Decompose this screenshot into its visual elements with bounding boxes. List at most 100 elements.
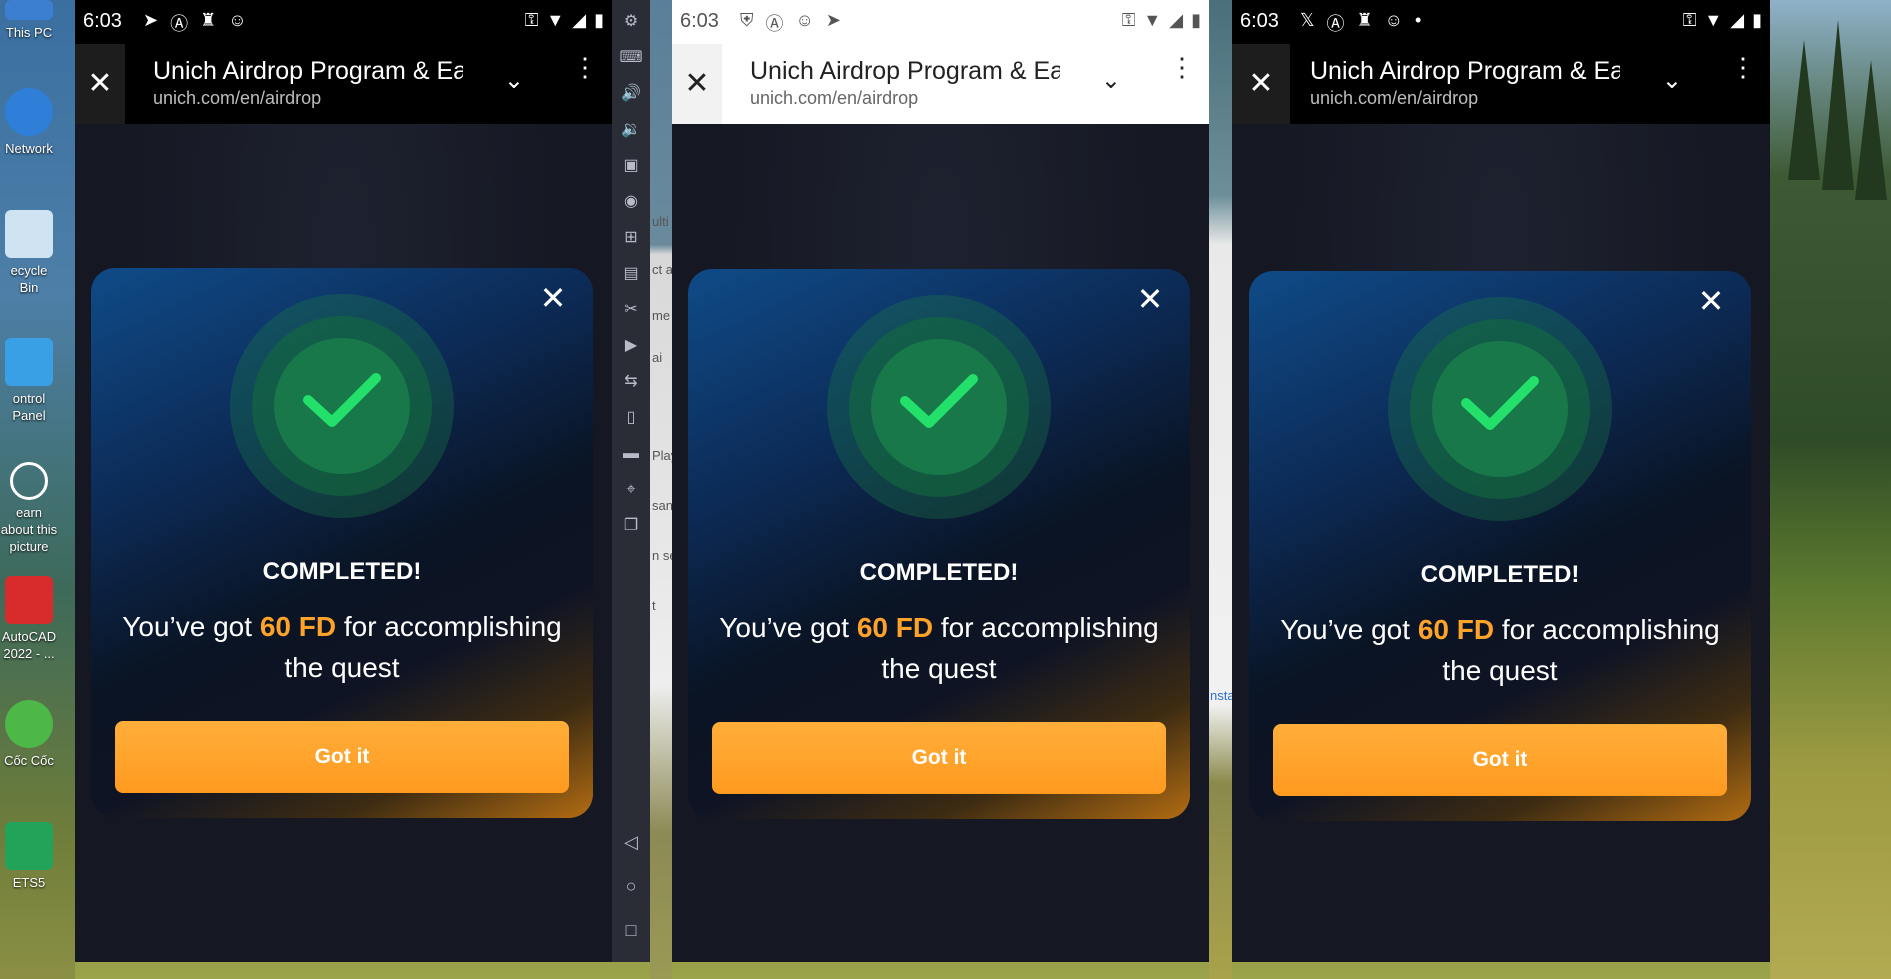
completed-heading: COMPLETED! <box>859 559 1019 586</box>
x-logo-icon: 𝕏 <box>1300 10 1315 30</box>
tree-shape <box>1855 60 1887 200</box>
mouse-icon[interactable]: ◉ <box>612 184 650 220</box>
computer-icon <box>5 0 53 20</box>
scissors-icon[interactable]: ✂ <box>612 292 650 328</box>
desktop-icon-network[interactable]: Network <box>0 88 58 157</box>
apk-icon[interactable]: ▤ <box>612 256 650 292</box>
shake-icon[interactable]: ▯ <box>612 400 650 436</box>
location-icon[interactable]: ⌖ <box>612 472 650 508</box>
telegram-icon: ➤ <box>143 10 159 30</box>
emulator-side-toolbar: ⚙ ⌨ 🔊 🔉 ▣ ◉ ⊞ ▤ ✂ ▶ ⇆ ▯ ▬ ⌖ ❐ <box>612 0 650 962</box>
chevron-down-icon[interactable]: ⌄ <box>1101 66 1121 95</box>
chevron-down-icon[interactable]: ⌄ <box>504 66 524 95</box>
status-time: 6:03 <box>680 10 719 32</box>
completion-modal: ✕ COMPLETED! You’ve got 60 FD for accomp… <box>688 269 1190 819</box>
app-a-icon: Ⓐ <box>170 14 189 34</box>
got-it-button[interactable]: Got it <box>712 722 1166 794</box>
close-icon[interactable]: ✕ <box>1232 44 1290 124</box>
desktop-icon-label: ontrol Panel <box>12 391 46 423</box>
battery-icon: ▮ <box>1752 10 1762 30</box>
success-badge <box>230 294 454 518</box>
desktop-wallpaper-right <box>1770 0 1891 979</box>
notification-icons: 𝕏 Ⓐ ♜ ☺ • <box>1300 10 1421 36</box>
multi-window-icon[interactable]: ❐ <box>612 508 650 544</box>
recents-icon[interactable]: □ <box>612 908 650 952</box>
wifi-icon: ▼ <box>1143 10 1162 30</box>
tree-shape <box>1788 40 1820 180</box>
key-icon: ⚿ <box>1682 10 1697 30</box>
desktop-icon-coc-coc[interactable]: Cốc Cốc <box>0 700 58 769</box>
desktop-icon-recycle-bin[interactable]: ecycle Bin <box>0 210 58 296</box>
camera-icon <box>10 462 48 500</box>
system-icons: ⚿ ▼ ◢ ▮ <box>1683 10 1762 31</box>
peek-text: ulti <box>652 214 669 229</box>
page-url: unich.com/en/airdrop <box>750 88 919 108</box>
keyboard-icon[interactable]: ⌨ <box>612 40 650 76</box>
desktop-icon-label: AutoCAD 2022 - ... <box>1 629 57 661</box>
page-title: Unich Airdrop Program & Ea <box>153 57 463 85</box>
more-menu-icon[interactable]: ⋮ <box>1730 54 1756 80</box>
status-bar: 6:03 𝕏 Ⓐ ♜ ☺ • ⚿ ▼ ◢ ▮ <box>1232 0 1770 44</box>
volume-down-icon[interactable]: 🔉 <box>612 112 650 148</box>
desktop-icon-learn-about-picture[interactable]: earn about this picture <box>0 462 58 555</box>
desktop-icon-label: Network <box>5 141 53 156</box>
browser-toolbar: ✕ Unich Airdrop Program & Ea unich.com/e… <box>1232 44 1770 124</box>
reward-amount: 60 FD <box>1417 614 1495 645</box>
badge-core <box>871 339 1007 475</box>
chevron-down-icon[interactable]: ⌄ <box>1662 66 1682 95</box>
control-panel-icon <box>5 338 53 386</box>
badge-core <box>1432 341 1568 477</box>
cat-icon: ☺ <box>1384 10 1404 30</box>
desktop-icon-autocad[interactable]: AutoCAD 2022 - ... <box>0 576 58 662</box>
phone-window-3: 6:03 𝕏 Ⓐ ♜ ☺ • ⚿ ▼ ◢ ▮ ✕ Unich Airdrop P… <box>1232 0 1770 962</box>
completion-modal: ✕ COMPLETED! You’ve got 60 FD for accomp… <box>91 268 593 818</box>
modal-close-icon[interactable]: ✕ <box>1132 281 1168 317</box>
signal-icon: ◢ <box>1169 10 1184 30</box>
system-icons: ⚿ ▼ ◢ ▮ <box>525 10 604 31</box>
desktop-icon-control-panel[interactable]: ontrol Panel <box>0 338 58 424</box>
phone-window-2: 6:03 ⛨ Ⓐ ☺ ➤ ⚿ ▼ ◢ ▮ ✕ Unich Airdrop Pro… <box>672 0 1209 962</box>
volume-up-icon[interactable]: 🔊 <box>612 76 650 112</box>
add-icon[interactable]: ⊞ <box>612 220 650 256</box>
modal-close-icon[interactable]: ✕ <box>535 280 571 316</box>
got-it-button[interactable]: Got it <box>1273 724 1727 796</box>
more-menu-icon[interactable]: ⋮ <box>1169 54 1195 80</box>
shield-icon: ⛨ <box>740 10 754 30</box>
cat-icon: ☺ <box>228 10 247 30</box>
checkmark-icon <box>1461 376 1539 430</box>
emulator-nav-buttons: ◁ ○ □ <box>612 820 650 952</box>
home-icon[interactable]: ○ <box>612 864 650 908</box>
desktop-icon-ets5[interactable]: ETS5 <box>0 822 58 891</box>
desktop-icon-this-pc[interactable]: This PC <box>0 0 58 41</box>
success-badge <box>827 295 1051 519</box>
desktop-icon-label: This PC <box>5 25 53 40</box>
page-title: Unich Airdrop Program & Ea <box>750 57 1060 85</box>
close-icon[interactable]: ✕ <box>75 44 125 124</box>
screenshot-icon[interactable]: ▣ <box>612 148 650 184</box>
background-window-strip <box>650 0 672 979</box>
browser-toolbar: ✕ Unich Airdrop Program & Ea unich.com/e… <box>75 44 612 124</box>
battery-icon: ▮ <box>594 10 604 30</box>
folder-icon[interactable]: ▬ <box>612 436 650 472</box>
dot-icon: • <box>1415 10 1422 30</box>
reward-message: You’ve got 60 FD for accomplishing the q… <box>121 606 563 688</box>
keyhole-icon: ♜ <box>1356 10 1373 30</box>
key-icon: ⚿ <box>1121 10 1136 30</box>
sync-icon[interactable]: ⇆ <box>612 364 650 400</box>
signal-icon: ◢ <box>1730 10 1745 30</box>
back-icon[interactable]: ◁ <box>612 820 650 864</box>
modal-close-icon[interactable]: ✕ <box>1693 283 1729 319</box>
settings-icon[interactable]: ⚙ <box>612 4 650 40</box>
more-menu-icon[interactable]: ⋮ <box>572 54 598 80</box>
close-icon[interactable]: ✕ <box>672 44 722 124</box>
app-a-icon: Ⓐ <box>765 14 784 34</box>
checkmark-icon <box>303 373 381 427</box>
desktop-icon-label: Cốc Cốc <box>4 753 54 768</box>
badge-ring <box>849 317 1029 497</box>
record-icon[interactable]: ▶ <box>612 328 650 364</box>
reward-message: You’ve got 60 FD for accomplishing the q… <box>1279 609 1721 691</box>
badge-ring <box>252 316 432 496</box>
got-it-button[interactable]: Got it <box>115 721 569 793</box>
notification-icons: ➤ Ⓐ ♜ ☺ <box>143 10 247 36</box>
page-title: Unich Airdrop Program & Ea <box>1310 57 1620 85</box>
